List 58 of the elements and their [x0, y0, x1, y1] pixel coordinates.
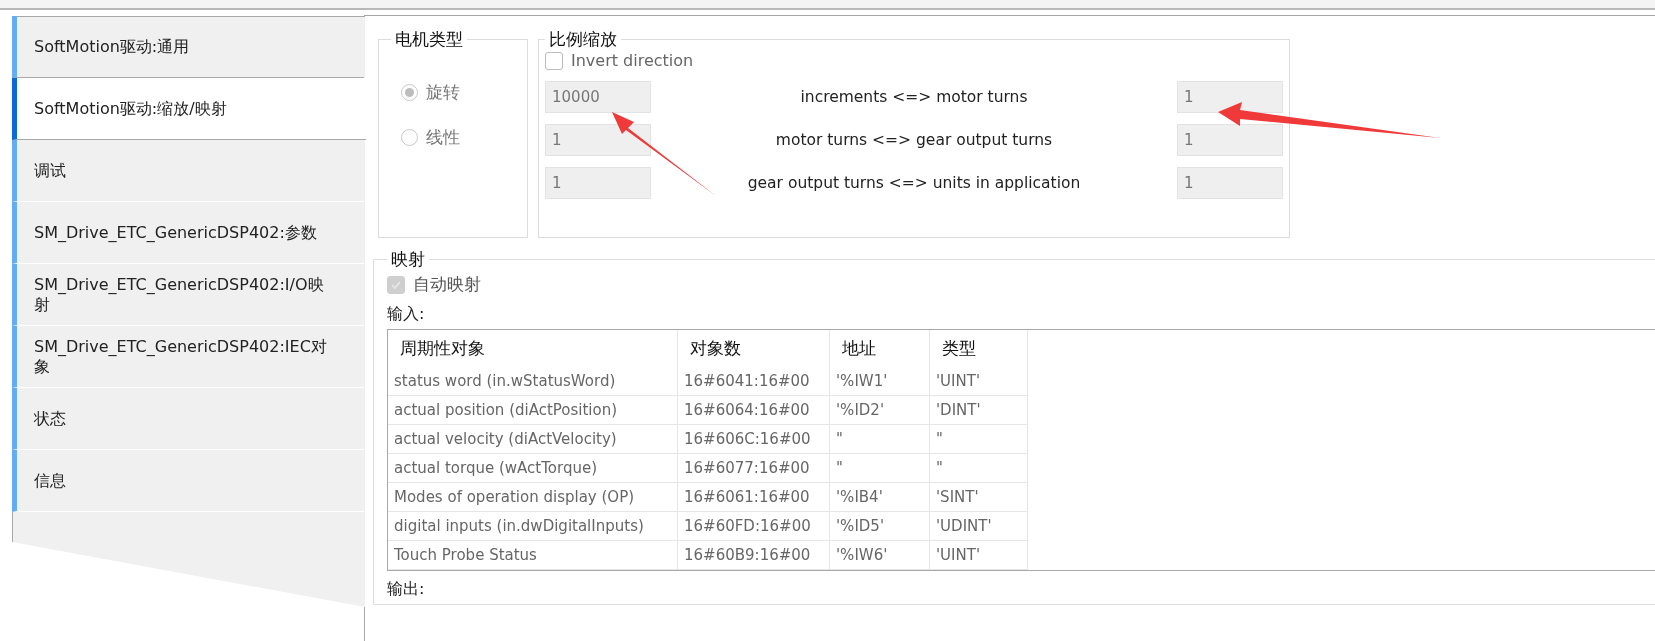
table-cell: digital inputs (in.dwDigitalInputs) [388, 512, 678, 541]
radio-label: 旋转 [426, 81, 460, 104]
sidebar-tab[interactable]: SM_Drive_ETC_GenericDSP402:参数 [12, 202, 364, 264]
table-cell: '%IW6' [830, 541, 930, 570]
table-cell: actual position (diActPosition) [388, 396, 678, 425]
ratio-label: increments <=> motor turns [799, 88, 1029, 106]
checkbox-label: Invert direction [571, 51, 694, 70]
table-cell: 16#606C:16#00 [678, 425, 830, 454]
table-cell: 16#6077:16#00 [678, 454, 830, 483]
column-header[interactable]: 周期性对象 [388, 330, 678, 367]
table-cell: '%ID2' [830, 396, 930, 425]
table-cell: Modes of operation display (OP) [388, 483, 678, 512]
table-cell: 'UINT' [930, 367, 1028, 396]
table-cell: 'SINT' [930, 483, 1028, 512]
group-title: 比例缩放 [548, 28, 618, 51]
input-field[interactable]: 10000 [545, 81, 651, 113]
table-cell: " [930, 454, 1028, 483]
table-cell: 'DINT' [930, 396, 1028, 425]
table-cell: 16#60B9:16#00 [678, 541, 830, 570]
table-cell: status word (in.wStatusWord) [388, 367, 678, 396]
sidebar-tab[interactable]: 状态 [12, 388, 364, 450]
table-cell: '%IW1' [830, 367, 930, 396]
section-label: 输入: [387, 304, 426, 325]
table-cell: 'UINT' [930, 541, 1028, 570]
table-cell: 16#6061:16#00 [678, 483, 830, 512]
ratio-label: gear output turns <=> units in application [746, 174, 1082, 192]
column-header[interactable]: 对象数 [678, 330, 830, 367]
checkbox[interactable] [545, 51, 563, 70]
column-header[interactable]: 类型 [930, 330, 1028, 367]
table-cell: Touch Probe Status [388, 541, 678, 570]
input-field[interactable]: 1 [1177, 167, 1283, 199]
table-cell: " [830, 454, 930, 483]
input-field[interactable]: 1 [545, 124, 651, 156]
checkbox-label: 自动映射 [413, 273, 481, 296]
table-cell: actual torque (wActTorque) [388, 454, 678, 483]
sidebar-tab[interactable]: 调试 [12, 140, 364, 202]
input-field[interactable]: 1 [1177, 81, 1283, 113]
group-title: 映射 [390, 248, 426, 271]
table-cell: '%IB4' [830, 483, 930, 512]
table-cell: '%ID5' [830, 512, 930, 541]
table-cell: 16#6064:16#00 [678, 396, 830, 425]
table-cell: 16#60FD:16#00 [678, 512, 830, 541]
table-cell: actual velocity (diActVelocity) [388, 425, 678, 454]
table-cell: 16#6041:16#00 [678, 367, 830, 396]
sidebar-tab[interactable]: SoftMotion驱动:缩放/映射 [12, 78, 366, 140]
table-cell: " [930, 425, 1028, 454]
input-field[interactable]: 1 [545, 167, 651, 199]
sidebar-tab[interactable]: SM_Drive_ETC_GenericDSP402:I/O映射 [12, 264, 364, 326]
input-field[interactable]: 1 [1177, 124, 1283, 156]
section-label: 输出: [387, 579, 426, 600]
column-header[interactable]: 地址 [830, 330, 930, 367]
radio-label: 线性 [426, 126, 460, 149]
sidebar-tab[interactable]: SM_Drive_ETC_GenericDSP402:IEC对象 [12, 326, 364, 388]
table-cell: " [830, 425, 930, 454]
group-title: 电机类型 [394, 28, 464, 51]
table-cell: 'UDINT' [930, 512, 1028, 541]
sidebar-tab[interactable]: 信息 [12, 450, 364, 512]
ratio-label: motor turns <=> gear output turns [774, 131, 1054, 149]
